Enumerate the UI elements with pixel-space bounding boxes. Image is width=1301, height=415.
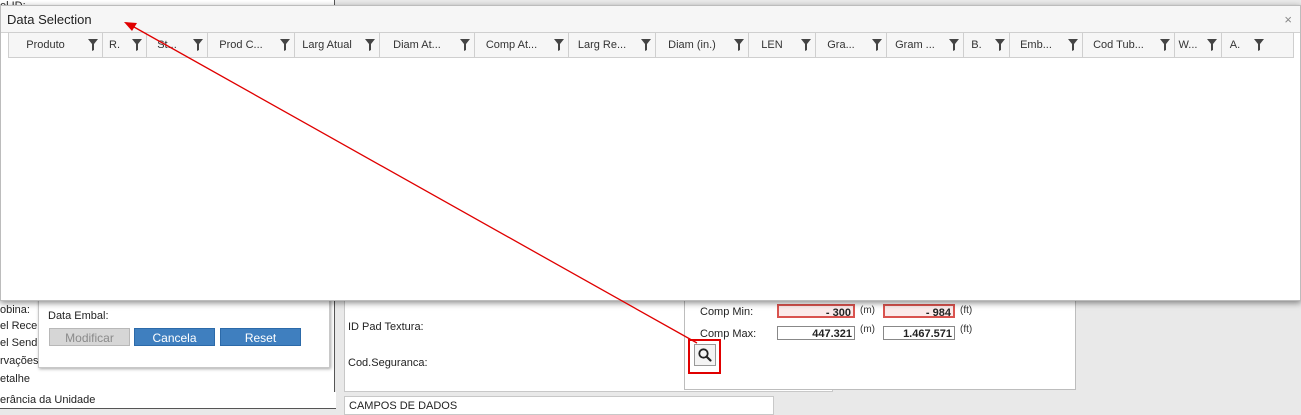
grid-column-label: Emb...	[1020, 39, 1052, 51]
grid-column-label: Gra...	[827, 39, 855, 51]
grid-column-header[interactable]: A.	[1222, 33, 1268, 57]
filter-funnel-icon[interactable]	[365, 39, 375, 51]
grid-column-label: LEN	[761, 39, 783, 51]
filter-funnel-icon[interactable]	[995, 39, 1005, 51]
data-embal-label: Data Embal:	[48, 310, 109, 322]
filter-funnel-icon[interactable]	[1207, 39, 1217, 51]
cancel-button[interactable]: Cancela	[134, 328, 215, 346]
left-label-send: el Send	[0, 337, 38, 349]
comp-max-meters-unit: (m)	[860, 324, 875, 335]
close-icon[interactable]: ×	[1284, 12, 1292, 27]
filter-funnel-icon[interactable]	[193, 39, 203, 51]
filter-funnel-icon[interactable]	[801, 39, 811, 51]
grid-column-label: Diam (in.)	[668, 39, 716, 51]
grid-header-row: Produto R. St... Prod C... Larg Atual Diam At…	[8, 32, 1294, 58]
search-button-highlight	[688, 339, 721, 374]
campos-de-dados-header: CAMPOS DE DADOS	[344, 396, 774, 415]
grid-column-label: St...	[157, 39, 177, 51]
comp-min-feet-field[interactable]: - 984	[883, 304, 955, 319]
grid-column-header[interactable]: Diam At...	[380, 33, 475, 57]
filter-funnel-icon[interactable]	[460, 39, 470, 51]
grid-column-header[interactable]: Gram ...	[887, 33, 964, 57]
filter-funnel-icon[interactable]	[280, 39, 290, 51]
filter-funnel-icon[interactable]	[872, 39, 882, 51]
left-label-detalhe: etalhe	[0, 373, 30, 385]
grid-column-label: Larg Re...	[577, 39, 627, 51]
grid-column-label: Cod Tub...	[1093, 39, 1144, 51]
filter-funnel-icon[interactable]	[1254, 39, 1264, 51]
unit-tolerance-row[interactable]: erância da Unidade	[0, 392, 336, 409]
filter-funnel-icon[interactable]	[132, 39, 142, 51]
comp-max-meters-field[interactable]: 447.321	[777, 326, 855, 340]
grid-column-label: W...	[1178, 39, 1198, 51]
grid-column-header[interactable]: Diam (in.)	[656, 33, 749, 57]
filter-funnel-icon[interactable]	[1068, 39, 1078, 51]
grid-column-header[interactable]: LEN	[749, 33, 816, 57]
comp-min-feet-unit: (ft)	[960, 305, 973, 316]
grid-column-header[interactable]: Larg Atual	[295, 33, 380, 57]
grid-column-label: Gram ...	[895, 39, 935, 51]
filter-funnel-icon[interactable]	[1160, 39, 1170, 51]
comp-max-feet-unit: (ft)	[960, 324, 973, 335]
grid-column-header[interactable]: W...	[1175, 33, 1222, 57]
left-label-observacoes: rvações	[0, 355, 39, 367]
grid-column-header[interactable]: Gra...	[816, 33, 887, 57]
left-label-rece: el Rece	[0, 320, 38, 332]
filter-funnel-icon[interactable]	[949, 39, 959, 51]
filter-funnel-icon[interactable]	[554, 39, 564, 51]
grid-column-header[interactable]: Emb...	[1010, 33, 1083, 57]
grid-column-header[interactable]: St...	[147, 33, 208, 57]
id-pad-textura-label: ID Pad Textura:	[348, 321, 424, 333]
grid-column-header[interactable]: B.	[964, 33, 1010, 57]
grid-column-label: R.	[109, 39, 120, 51]
reset-button[interactable]: Reset	[220, 328, 301, 346]
grid-column-label: A.	[1229, 39, 1241, 51]
grid-column-label: Diam At...	[393, 39, 441, 51]
comp-min-meters-unit: (m)	[860, 305, 875, 316]
comp-max-feet-field[interactable]: 1.467.571	[883, 326, 955, 340]
grid-column-label: B.	[971, 39, 982, 51]
grid-column-header[interactable]: Produto	[9, 33, 103, 57]
modal-header: Data Selection ×	[1, 6, 1300, 33]
filter-funnel-icon[interactable]	[734, 39, 744, 51]
grid-column-header[interactable]: R.	[103, 33, 147, 57]
grid-column-header[interactable]: Larg Re...	[569, 33, 656, 57]
modify-button[interactable]: Modificar	[49, 328, 130, 346]
cod-seguranca-label: Cod.Seguranca:	[348, 357, 428, 369]
comp-min-label: Comp Min:	[700, 306, 754, 318]
comp-min-meters-field[interactable]: - 300	[777, 304, 855, 319]
grid-column-label: Comp At...	[485, 39, 538, 51]
modal-title: Data Selection	[7, 12, 92, 27]
grid-column-header[interactable]: Prod C...	[208, 33, 295, 57]
grid-column-label: Produto	[26, 39, 65, 51]
grid-body	[8, 58, 1294, 290]
grid-column-header[interactable]: Cod Tub...	[1083, 33, 1175, 57]
grid-column-label: Prod C...	[219, 39, 263, 51]
grid-column-label: Larg Atual	[302, 39, 352, 51]
left-label-bobina: obina:	[0, 304, 30, 316]
grid-column-header[interactable]: Comp At...	[475, 33, 569, 57]
filter-funnel-icon[interactable]	[641, 39, 651, 51]
filter-funnel-icon[interactable]	[88, 39, 98, 51]
